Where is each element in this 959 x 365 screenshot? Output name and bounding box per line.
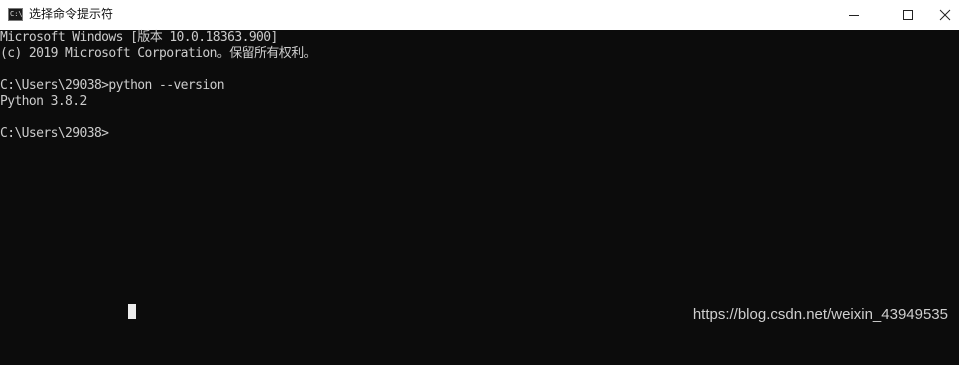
terminal-line-prompt: C:\Users\29038> (0, 126, 109, 141)
cmd-prompt-icon[interactable]: C:\ (8, 8, 23, 21)
command-prompt-window: C:\ 选择命令提示符 Microsoft Windows [版本 10.0.1… (0, 0, 959, 365)
window-title: 选择命令提示符 (29, 7, 114, 21)
minimize-icon (849, 15, 859, 16)
close-icon (939, 9, 951, 21)
maximize-icon (903, 10, 913, 20)
cmd-prompt-icon-glyph: C:\ (10, 10, 23, 18)
terminal-line-version: Microsoft Windows [版本 10.0.18363.900] (0, 30, 278, 45)
terminal-line-copyright: (c) 2019 Microsoft Corporation。保留所有权利。 (0, 46, 317, 61)
terminal-line-output: Python 3.8.2 (0, 94, 87, 109)
text-cursor (128, 304, 136, 319)
watermark: https://blog.csdn.net/weixin_43949535 (692, 306, 948, 323)
terminal-line-command: C:\Users\29038>python --version (0, 78, 225, 93)
close-button[interactable] (931, 0, 959, 30)
minimize-button[interactable] (831, 0, 877, 30)
maximize-button[interactable] (885, 0, 931, 30)
title-bar[interactable]: C:\ 选择命令提示符 (0, 0, 959, 30)
